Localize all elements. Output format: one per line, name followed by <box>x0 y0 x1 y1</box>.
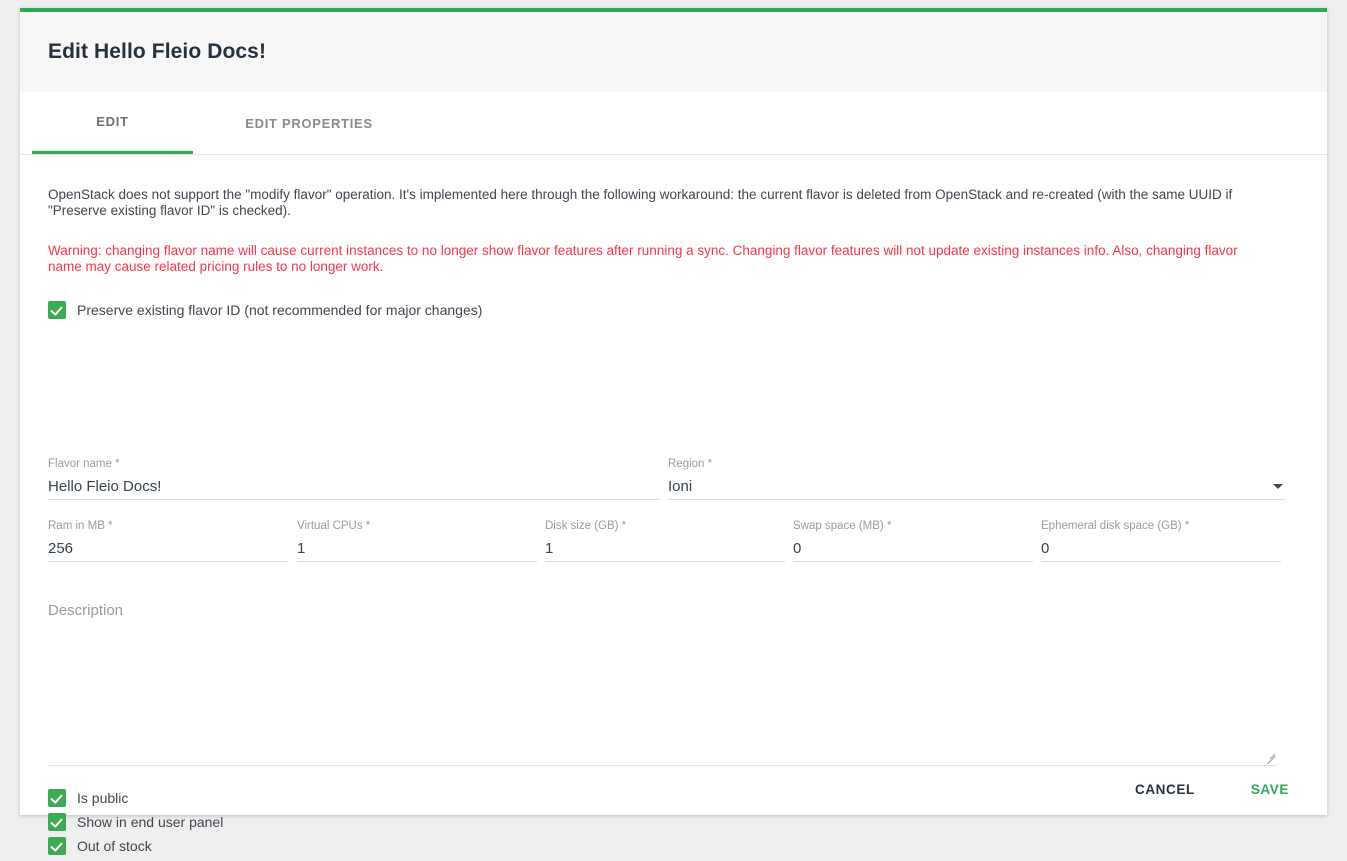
flavor-name-value: Hello Fleio Docs! <box>48 476 161 498</box>
field-ram[interactable]: Ram in MB * 256 <box>48 520 288 562</box>
disk-size-value: 1 <box>545 538 553 560</box>
checkbox-checked-icon[interactable] <box>48 813 66 831</box>
dialog-header: Edit Hello Fleio Docs! <box>20 12 1327 92</box>
cancel-button[interactable]: CANCEL <box>1125 774 1205 805</box>
checkbox-row-show-in-end-user-panel[interactable]: Show in end user panel <box>48 813 223 831</box>
tab-edit-properties-label: EDIT PROPERTIES <box>245 116 373 131</box>
warning-notice: Warning: changing flavor name will cause… <box>48 243 1263 275</box>
page-title: Edit Hello Fleio Docs! <box>48 40 266 64</box>
field-ephemeral-disk[interactable]: Ephemeral disk space (GB) * 0 <box>1041 520 1281 562</box>
save-button[interactable]: SAVE <box>1241 774 1299 805</box>
resize-handle-icon[interactable] <box>1265 752 1277 764</box>
vcpus-input[interactable]: 1 <box>297 538 537 562</box>
preserve-flavor-id-checkbox-row[interactable]: Preserve existing flavor ID (not recomme… <box>48 301 1299 319</box>
field-flavor-name[interactable]: Flavor name * Hello Fleio Docs! <box>48 458 660 500</box>
region-select[interactable]: Ioni <box>668 476 1285 500</box>
dialog-footer: CANCEL SAVE <box>1125 774 1299 805</box>
field-disk-size[interactable]: Disk size (GB) * 1 <box>545 520 785 562</box>
region-value: Ioni <box>668 476 692 498</box>
ephemeral-disk-label: Ephemeral disk space (GB) * <box>1041 520 1281 533</box>
field-vcpus[interactable]: Virtual CPUs * 1 <box>297 520 537 562</box>
show-in-end-user-panel-label: Show in end user panel <box>77 813 223 831</box>
field-swap-space[interactable]: Swap space (MB) * 0 <box>793 520 1033 562</box>
ram-input[interactable]: 256 <box>48 538 288 562</box>
chevron-down-icon[interactable] <box>1273 484 1283 489</box>
description-underline <box>48 765 1277 766</box>
ephemeral-disk-input[interactable]: 0 <box>1041 538 1281 562</box>
tab-bar: EDIT EDIT PROPERTIES <box>20 92 1327 155</box>
checkbox-checked-icon[interactable] <box>48 789 66 807</box>
tab-edit-label: EDIT <box>96 114 128 129</box>
dialog-body: OpenStack does not support the "modify f… <box>20 155 1327 815</box>
description-placeholder: Description <box>48 592 1277 619</box>
vcpus-label: Virtual CPUs * <box>297 520 537 533</box>
disk-size-label: Disk size (GB) * <box>545 520 785 533</box>
disk-size-input[interactable]: 1 <box>545 538 785 562</box>
swap-space-value: 0 <box>793 538 801 560</box>
tab-edit-properties[interactable]: EDIT PROPERTIES <box>193 92 425 154</box>
flavor-name-label: Flavor name * <box>48 458 660 471</box>
swap-space-input[interactable]: 0 <box>793 538 1033 562</box>
field-description[interactable]: Description <box>48 592 1277 766</box>
vcpus-value: 1 <box>297 538 305 560</box>
checkbox-checked-icon[interactable] <box>48 301 66 319</box>
checkbox-row-is-public[interactable]: Is public <box>48 789 223 807</box>
is-public-label: Is public <box>77 789 128 807</box>
ram-value: 256 <box>48 538 73 560</box>
swap-space-label: Swap space (MB) * <box>793 520 1033 533</box>
region-label: Region * <box>668 458 1285 471</box>
edit-flavor-dialog: Edit Hello Fleio Docs! EDIT EDIT PROPERT… <box>20 8 1327 815</box>
ram-label: Ram in MB * <box>48 520 288 533</box>
checkbox-row-out-of-stock[interactable]: Out of stock <box>48 837 223 855</box>
tab-edit[interactable]: EDIT <box>32 92 193 154</box>
flavor-name-input[interactable]: Hello Fleio Docs! <box>48 476 660 500</box>
field-region[interactable]: Region * Ioni <box>668 458 1285 500</box>
checkbox-checked-icon[interactable] <box>48 837 66 855</box>
preserve-flavor-id-label: Preserve existing flavor ID (not recomme… <box>77 301 482 319</box>
flavor-options-group: Is public Show in end user panel Out of … <box>48 789 223 861</box>
out-of-stock-label: Out of stock <box>77 837 152 855</box>
ephemeral-disk-value: 0 <box>1041 538 1049 560</box>
info-notice: OpenStack does not support the "modify f… <box>48 187 1268 219</box>
